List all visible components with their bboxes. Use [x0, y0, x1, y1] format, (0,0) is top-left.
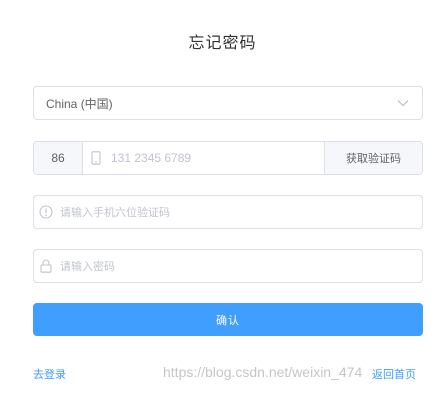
go-login-link[interactable]: 去登录 [33, 366, 66, 382]
country-code-prefix: 86 [34, 142, 83, 174]
back-home-link[interactable]: 返回首页 [372, 366, 416, 382]
mobile-phone-icon [89, 150, 103, 166]
password-input[interactable]: 请输入密码 [33, 249, 423, 283]
country-select-value: China (中国) [46, 96, 113, 111]
info-circle-icon [39, 204, 53, 220]
phone-input-group: 86 131 2345 6789 获取验证码 [33, 141, 423, 175]
sms-code-input[interactable]: 请输入手机六位验证码 [33, 195, 423, 229]
page-title: 忘记密码 [188, 33, 257, 52]
get-code-button[interactable]: 获取验证码 [324, 142, 422, 174]
sms-code-placeholder: 请输入手机六位验证码 [60, 206, 170, 219]
phone-placeholder: 131 2345 6789 [111, 151, 192, 165]
confirm-button[interactable]: 确认 [33, 303, 423, 336]
lock-icon [39, 258, 53, 274]
password-placeholder: 请输入密码 [60, 260, 115, 273]
chevron-down-icon [396, 96, 410, 110]
phone-input[interactable]: 131 2345 6789 [83, 142, 324, 174]
country-select[interactable]: China (中国) [33, 86, 423, 120]
csdn-watermark: https://blog.csdn.net/weixin_4​​​​​​​​​​… [163, 364, 363, 380]
